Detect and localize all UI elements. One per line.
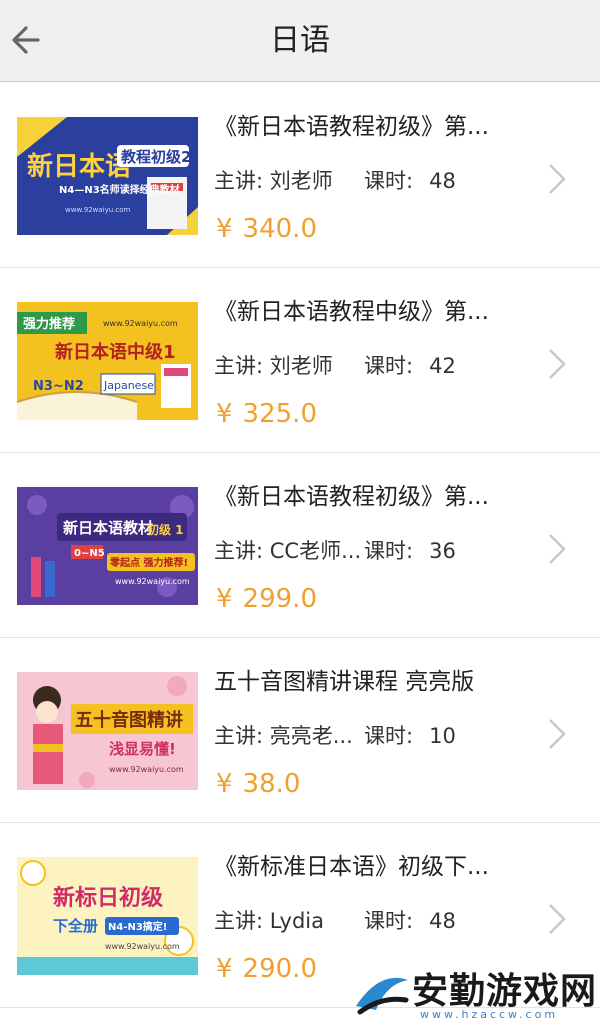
currency-symbol: ¥ [216, 954, 233, 984]
teacher-prefix: 主讲: [214, 724, 270, 748]
chevron-right-icon [549, 534, 566, 564]
teacher-prefix: 主讲: [214, 909, 270, 933]
hours-field: 课时: 10 [364, 720, 456, 750]
currency-symbol: ¥ [216, 584, 233, 614]
thumb-subtitle: 初级 1 [147, 522, 184, 537]
teacher-name: CC老师... [269, 539, 362, 563]
teacher-name: Lydia [269, 909, 324, 933]
thumb-title: 新日本语 [27, 151, 131, 182]
price-value: 325.0 [242, 399, 317, 429]
chevron-right-icon [549, 719, 566, 749]
chevron-right-icon [549, 164, 566, 194]
hours-value: 48 [429, 169, 456, 193]
course-thumbnail: 新标日初级 下全册 N4-N3搞定! www.92waiyu.com [17, 857, 198, 975]
thumb-level: N3~N2 [33, 379, 84, 394]
hours-field: 课时: 42 [364, 350, 456, 380]
hours-field: 课时: 48 [364, 905, 456, 935]
course-meta: 主讲: CC老师... 课时: 36 [214, 535, 534, 565]
course-price: ¥340.0 [216, 214, 317, 244]
teacher-name: 刘老师 [269, 169, 333, 193]
thumb-subtitle: 教程初级2 [120, 148, 191, 166]
course-meta: 主讲: 刘老师 课时: 42 [214, 350, 534, 380]
teacher-field: 主讲: Lydia [214, 905, 364, 935]
course-title: 五十音图精讲课程 亮亮版 [214, 669, 475, 695]
thumb-level: 0~N5 [74, 548, 105, 559]
course-price: ¥325.0 [216, 399, 317, 429]
currency-symbol: ¥ [216, 214, 233, 244]
watermark-text: 安勤游戏网 [412, 971, 598, 1012]
teacher-prefix: 主讲: [214, 354, 270, 378]
thumb-url: www.92waiyu.com [109, 765, 184, 774]
thumb-url: www.92waiyu.com [105, 942, 180, 951]
price-value: 290.0 [242, 954, 317, 984]
thumb-tag: 零起点 强力推荐! [109, 556, 188, 569]
chevron-right-icon [549, 904, 566, 934]
course-item[interactable]: 新日本语 教程初级2 N4—N3名师读择经典教材 www.92waiyu.com… [0, 83, 600, 268]
teacher-name: 亮亮老... [269, 724, 353, 748]
hours-label: 课时: [364, 724, 414, 748]
teacher-field: 主讲: 刘老师 [214, 165, 364, 195]
thumb-url: www.92waiyu.com [65, 206, 131, 214]
hours-label: 课时: [364, 909, 414, 933]
course-thumbnail: 新日本语教材 初级 1 0~N5 零起点 强力推荐! www.92waiyu.c… [17, 487, 198, 605]
page-title: 日语 [270, 23, 330, 58]
course-item[interactable]: 新日本语教材 初级 1 0~N5 零起点 强力推荐! www.92waiyu.c… [0, 453, 600, 638]
hours-label: 课时: [364, 354, 414, 378]
hours-value: 48 [429, 909, 456, 933]
thumb-url: www.92waiyu.com [103, 319, 178, 328]
hours-label: 课时: [364, 169, 414, 193]
watermark-url: www.hzaccw.com [420, 1008, 559, 1021]
thumb-title: 五十音图精讲 [75, 709, 183, 731]
course-list: 新日本语 教程初级2 N4—N3名师读择经典教材 www.92waiyu.com… [0, 83, 600, 1008]
teacher-field: 主讲: CC老师... [214, 535, 364, 565]
course-thumbnail: 五十音图精讲 浅显易懂! www.92waiyu.com [17, 672, 198, 790]
teacher-field: 主讲: 亮亮老... [214, 720, 364, 750]
hours-field: 课时: 36 [364, 535, 456, 565]
course-meta: 主讲: Lydia 课时: 48 [214, 905, 534, 935]
price-value: 38.0 [242, 769, 301, 799]
course-price: ¥290.0 [216, 954, 317, 984]
course-price: ¥38.0 [216, 769, 300, 799]
currency-symbol: ¥ [216, 769, 233, 799]
thumb-badge: 强力推荐 [23, 316, 75, 332]
hours-field: 课时: 48 [364, 165, 456, 195]
course-thumbnail: 新日本语 教程初级2 N4—N3名师读择经典教材 www.92waiyu.com [17, 117, 198, 235]
thumb-subtitle: 浅显易懂! [109, 740, 176, 758]
thumb-subtitle: 下全册 [53, 917, 98, 935]
teacher-prefix: 主讲: [214, 169, 270, 193]
teacher-prefix: 主讲: [214, 539, 270, 563]
teacher-field: 主讲: 刘老师 [214, 350, 364, 380]
course-title: 《新标准日本语》初级下... [214, 854, 489, 880]
price-value: 340.0 [242, 214, 317, 244]
currency-symbol: ¥ [216, 399, 233, 429]
course-price: ¥299.0 [216, 584, 317, 614]
hours-label: 课时: [364, 539, 414, 563]
course-item[interactable]: 强力推荐 www.92waiyu.com 新日本语中级1 N3~N2 Japan… [0, 268, 600, 453]
hours-value: 10 [429, 724, 456, 748]
thumb-title: 新日本语中级1 [55, 341, 176, 363]
thumb-url: www.92waiyu.com [115, 577, 190, 586]
hours-value: 42 [429, 354, 456, 378]
thumb-title: 新日本语教材 [63, 519, 153, 537]
course-thumbnail: 强力推荐 www.92waiyu.com 新日本语中级1 N3~N2 Japan… [17, 302, 198, 420]
price-value: 299.0 [242, 584, 317, 614]
course-item[interactable]: 五十音图精讲 浅显易懂! www.92waiyu.com 五十音图精讲课程 亮亮… [0, 638, 600, 823]
course-meta: 主讲: 亮亮老... 课时: 10 [214, 720, 534, 750]
thumb-tag: Japanese [103, 379, 154, 392]
course-meta: 主讲: 刘老师 课时: 48 [214, 165, 534, 195]
app-header: 日语 [0, 0, 600, 82]
course-title: 《新日本语教程初级》第... [214, 484, 489, 510]
site-watermark: 安勤游戏网 www.hzaccw.com [350, 962, 600, 1025]
course-title: 《新日本语教程中级》第... [214, 299, 489, 325]
thumb-caption: N4—N3名师读择经典教材 [59, 183, 180, 196]
hours-value: 36 [429, 539, 456, 563]
thumb-tag: N4-N3搞定! [108, 920, 167, 933]
thumb-title: 新标日初级 [53, 885, 163, 911]
teacher-name: 刘老师 [269, 354, 333, 378]
chevron-right-icon [549, 349, 566, 379]
course-title: 《新日本语教程初级》第... [214, 114, 489, 140]
watermark-logo-icon [356, 977, 409, 1015]
